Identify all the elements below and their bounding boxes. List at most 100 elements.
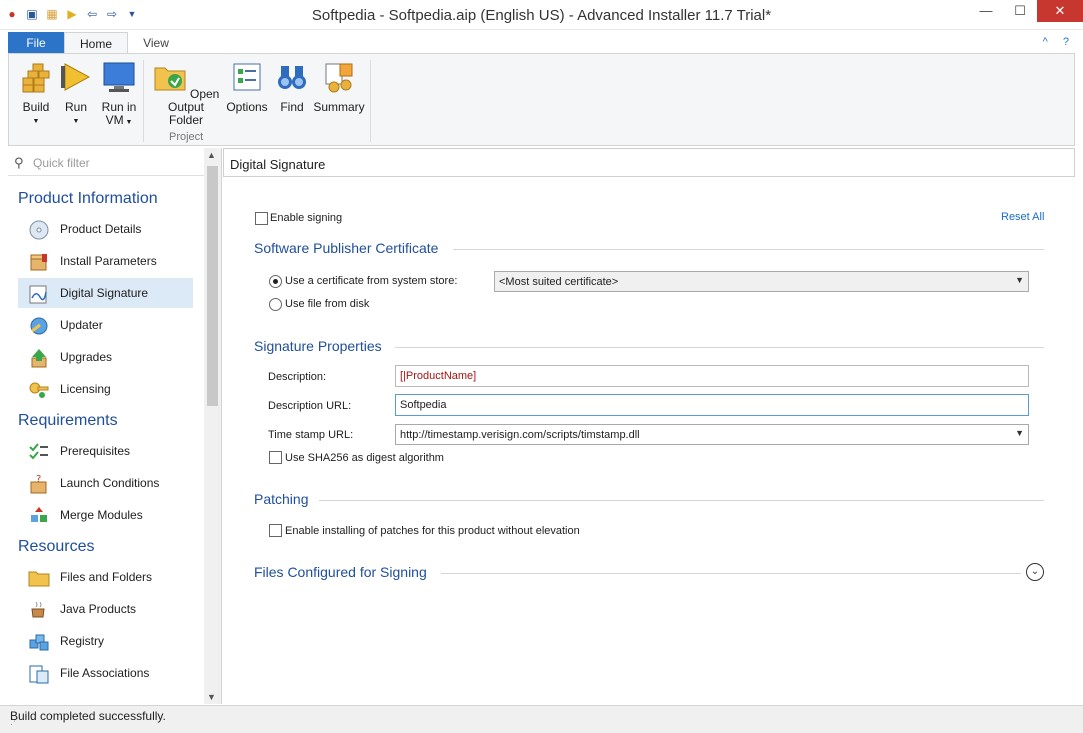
sidebar-item-install-parameters[interactable]: Install Parameters — [18, 246, 193, 276]
sidebar-item-file-associations[interactable]: File Associations — [18, 658, 193, 688]
run-in-vm-dropdown-icon[interactable]: ▼ — [124, 119, 133, 126]
file-association-icon — [29, 665, 49, 684]
sidebar-item-registry[interactable]: Registry — [18, 626, 193, 656]
scroll-down-icon[interactable]: ▼ — [207, 692, 216, 702]
use-file-label: Use file from disk — [285, 298, 370, 310]
reset-all-link[interactable]: Reset All — [1001, 211, 1044, 223]
sidebar-item-label: Prerequisites — [60, 444, 131, 458]
navigation-panel: ⚲ Quick filter Product Information Produ… — [8, 148, 222, 704]
build-dropdown-icon[interactable]: ▼ — [17, 115, 55, 128]
description-url-input[interactable]: Softpedia — [395, 394, 1029, 416]
sidebar-item-merge-modules[interactable]: Merge Modules — [18, 500, 193, 530]
sidebar-item-label: Registry — [60, 634, 105, 648]
timestamp-url-label: Time stamp URL: — [268, 429, 354, 441]
sidebar-item-label: Launch Conditions — [60, 476, 160, 490]
binoculars-icon — [278, 66, 306, 89]
tab-file[interactable]: File — [8, 32, 64, 54]
certificate-select[interactable]: <Most suited certificate> ▼ — [494, 271, 1029, 292]
signature-icon — [29, 285, 47, 304]
find-label: Find — [280, 100, 304, 114]
section-files-signing: Files Configured for Signing — [254, 564, 427, 580]
patching-checkbox[interactable] — [269, 524, 282, 537]
enable-signing-checkbox[interactable] — [255, 212, 268, 225]
description-input[interactable]: [|ProductName] — [395, 365, 1029, 387]
section-requirements: Requirements — [18, 412, 118, 429]
scrollbar-thumb[interactable] — [207, 166, 218, 406]
sidebar-item-label: Digital Signature — [60, 286, 149, 300]
resize-grip-icon[interactable]: ⋰ — [10, 716, 1079, 727]
upgrade-arrow-icon — [31, 349, 47, 368]
checklist-icon — [29, 443, 48, 460]
run-dropdown-icon[interactable]: ▼ — [59, 115, 93, 128]
ribbon-collapse-icon[interactable]: ^ ? — [1043, 36, 1075, 48]
summary-button[interactable]: Summary — [313, 60, 365, 114]
sidebar-item-prerequisites[interactable]: Prerequisites — [18, 436, 193, 466]
package-icon — [30, 254, 47, 271]
options-icon — [233, 63, 261, 91]
sidebar-item-label: Files and Folders — [60, 570, 153, 584]
expand-section-button[interactable]: ⌄ — [1026, 563, 1044, 581]
sidebar-item-label: Install Parameters — [60, 254, 157, 268]
ribbon: Build ▼ Run ▼ Run in VM ▼ Open Output Fo… — [8, 53, 1075, 146]
section-patching: Patching — [254, 491, 309, 507]
section-resources: Resources — [18, 538, 95, 555]
tab-view[interactable]: View — [128, 32, 184, 54]
build-icon — [22, 63, 50, 93]
sidebar-item-label: Upgrades — [60, 350, 113, 364]
globe-icon — [30, 317, 48, 335]
quick-filter-placeholder: Quick filter — [33, 156, 90, 170]
folder-open-icon — [154, 67, 186, 91]
java-cup-icon — [31, 601, 45, 618]
sidebar-item-files-and-folders[interactable]: Files and Folders — [18, 562, 193, 592]
merge-modules-icon — [31, 507, 47, 522]
build-button[interactable]: Build ▼ — [17, 60, 55, 128]
run-in-vm-button[interactable]: Run in VM ▼ — [99, 60, 139, 129]
sidebar-item-label: Java Products — [60, 602, 137, 616]
sidebar-item-upgrades[interactable]: Upgrades — [18, 342, 193, 372]
sidebar-item-product-details[interactable]: Product Details — [18, 214, 193, 244]
run-button[interactable]: Run ▼ — [59, 60, 93, 128]
chevron-down-icon: ▼ — [1015, 428, 1024, 438]
ribbon-separator — [143, 60, 144, 142]
sha256-checkbox[interactable] — [269, 451, 282, 464]
quick-filter[interactable]: ⚲ Quick filter — [8, 148, 204, 176]
sidebar-scrollbar[interactable]: ▲ ▼ — [204, 148, 221, 704]
maximize-button[interactable]: ☐ — [1003, 0, 1037, 22]
svg-text:?: ? — [36, 474, 41, 485]
sidebar-item-licensing[interactable]: Licensing — [18, 374, 193, 404]
window-title: Softpedia - Softpedia.aip (English US) -… — [311, 7, 772, 24]
chevron-down-icon: ▼ — [1015, 275, 1024, 285]
description-url-label: Description URL: — [268, 400, 352, 412]
open-output-folder-button[interactable]: Open Output Folder — [149, 60, 223, 127]
use-system-store-radio[interactable] — [269, 275, 282, 288]
sidebar-item-java-products[interactable]: Java Products — [18, 594, 193, 624]
use-file-radio[interactable] — [269, 298, 282, 311]
close-button[interactable]: ✕ — [1037, 0, 1083, 22]
monitor-icon — [103, 62, 135, 92]
ribbon-tabs: File Home View ^ ? — [0, 30, 1083, 56]
key-icon — [29, 382, 49, 398]
options-button[interactable]: Options — [225, 60, 269, 114]
title-bar: ● ▣ ▦ ▶ ⇦ ⇨ ▼ Softpedia - Softpedia.aip … — [0, 0, 1083, 30]
section-product-information: Product Information — [18, 190, 158, 207]
sidebar-item-label: Licensing — [60, 382, 111, 396]
build-label: Build — [22, 100, 50, 114]
timestamp-url-select[interactable]: http://timestamp.verisign.com/scripts/ti… — [395, 424, 1029, 445]
certificate-select-value: <Most suited certificate> — [499, 276, 619, 288]
minimize-button[interactable]: — — [969, 0, 1003, 22]
sidebar-item-launch-conditions[interactable]: ? Launch Conditions — [18, 468, 193, 498]
ribbon-group-label: Project — [169, 131, 204, 143]
sidebar-item-updater[interactable]: Updater — [18, 310, 193, 340]
run-icon — [61, 63, 91, 91]
sha256-label: Use SHA256 as digest algorithm — [285, 452, 444, 464]
description-label: Description: — [268, 371, 327, 383]
search-icon: ⚲ — [14, 155, 24, 170]
patching-label: Enable installing of patches for this pr… — [285, 525, 580, 537]
section-divider — [453, 249, 1044, 250]
page-header: Digital Signature — [223, 148, 1075, 177]
open-output-label-2: Folder — [168, 113, 203, 127]
find-button[interactable]: Find — [275, 60, 309, 114]
run-in-vm-label-2: VM — [105, 113, 124, 127]
scroll-up-icon[interactable]: ▲ — [207, 150, 216, 160]
sidebar-item-digital-signature[interactable]: Digital Signature — [18, 278, 193, 308]
